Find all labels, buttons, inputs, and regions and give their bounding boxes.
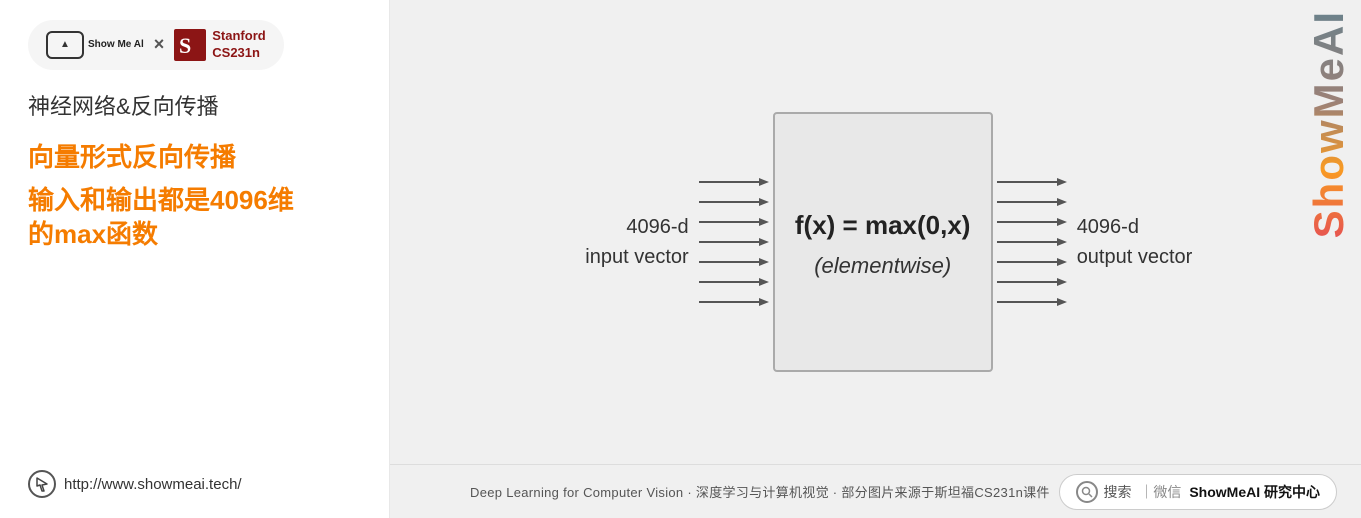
highlight-subtitle: 输入和输出都是4096维 的max函数 (28, 184, 361, 252)
function-box: f(x) = max(0,x) (elementwise) (773, 112, 993, 372)
arrow-in-1 (699, 176, 769, 188)
input-label: 4096-d input vector (579, 212, 689, 272)
bottom-bar: Deep Learning for Computer Vision · 深度学习… (390, 464, 1361, 518)
arrow-out-5 (997, 256, 1067, 268)
arrow-in-3 (699, 216, 769, 228)
nn-diagram: 4096-d input vector f(x) = max(0,x) (ele… (470, 112, 1301, 372)
bottom-caption: Deep Learning for Computer Vision · 深度学习… (470, 482, 1050, 501)
search-icon (1076, 481, 1098, 503)
arrow-in-6 (699, 276, 769, 288)
arrows-out (997, 176, 1067, 308)
search-badge[interactable]: 搜索 ｜微信 ShowMeAI 研究中心 (1059, 474, 1337, 510)
arrow-out-7 (997, 296, 1067, 308)
left-panel: Show Me Al × S Stanford CS231n 神经网络&反向传播… (0, 0, 390, 518)
arrow-out-3 (997, 216, 1067, 228)
svg-text:S: S (179, 33, 191, 58)
arrow-in-4 (699, 236, 769, 248)
function-sub: (elementwise) (814, 253, 951, 279)
arrow-out-4 (997, 236, 1067, 248)
search-badge-label: 搜索 ｜微信 ShowMeAI 研究中心 (1104, 482, 1320, 502)
showmeai-logo: Show Me Al (46, 31, 144, 59)
website-url[interactable]: http://www.showmeai.tech/ (64, 476, 242, 493)
cursor-icon (35, 476, 49, 492)
arrow-out-1 (997, 176, 1067, 188)
logo-bar: Show Me Al × S Stanford CS231n (28, 20, 284, 70)
showmeai-icon-box (46, 31, 84, 59)
website-row[interactable]: http://www.showmeai.tech/ (28, 470, 361, 498)
arrow-in-5 (699, 256, 769, 268)
watermark-text: ShowMeAI (1305, 10, 1353, 238)
highlight-title: 向量形式反向传播 (28, 141, 361, 175)
stanford-logo: S Stanford CS231n (174, 28, 265, 62)
arrows-in (699, 176, 769, 308)
arrow-out-6 (997, 276, 1067, 288)
times-sign: × (154, 34, 165, 55)
website-icon (28, 470, 56, 498)
function-text: f(x) = max(0,x) (795, 206, 971, 245)
right-panel: ShowMeAI 4096-d input vector f(x) = max(… (390, 0, 1361, 518)
showmeai-label: Show Me Al (88, 39, 144, 51)
arrow-out-2 (997, 196, 1067, 208)
diagram-area: ShowMeAI 4096-d input vector f(x) = max(… (390, 0, 1361, 464)
arrow-in-7 (699, 296, 769, 308)
stanford-text: Stanford CS231n (212, 28, 265, 62)
arrow-in-2 (699, 196, 769, 208)
stanford-s-icon: S (174, 29, 206, 61)
section-title: 神经网络&反向传播 (28, 92, 361, 123)
output-label: 4096-d output vector (1077, 212, 1193, 272)
